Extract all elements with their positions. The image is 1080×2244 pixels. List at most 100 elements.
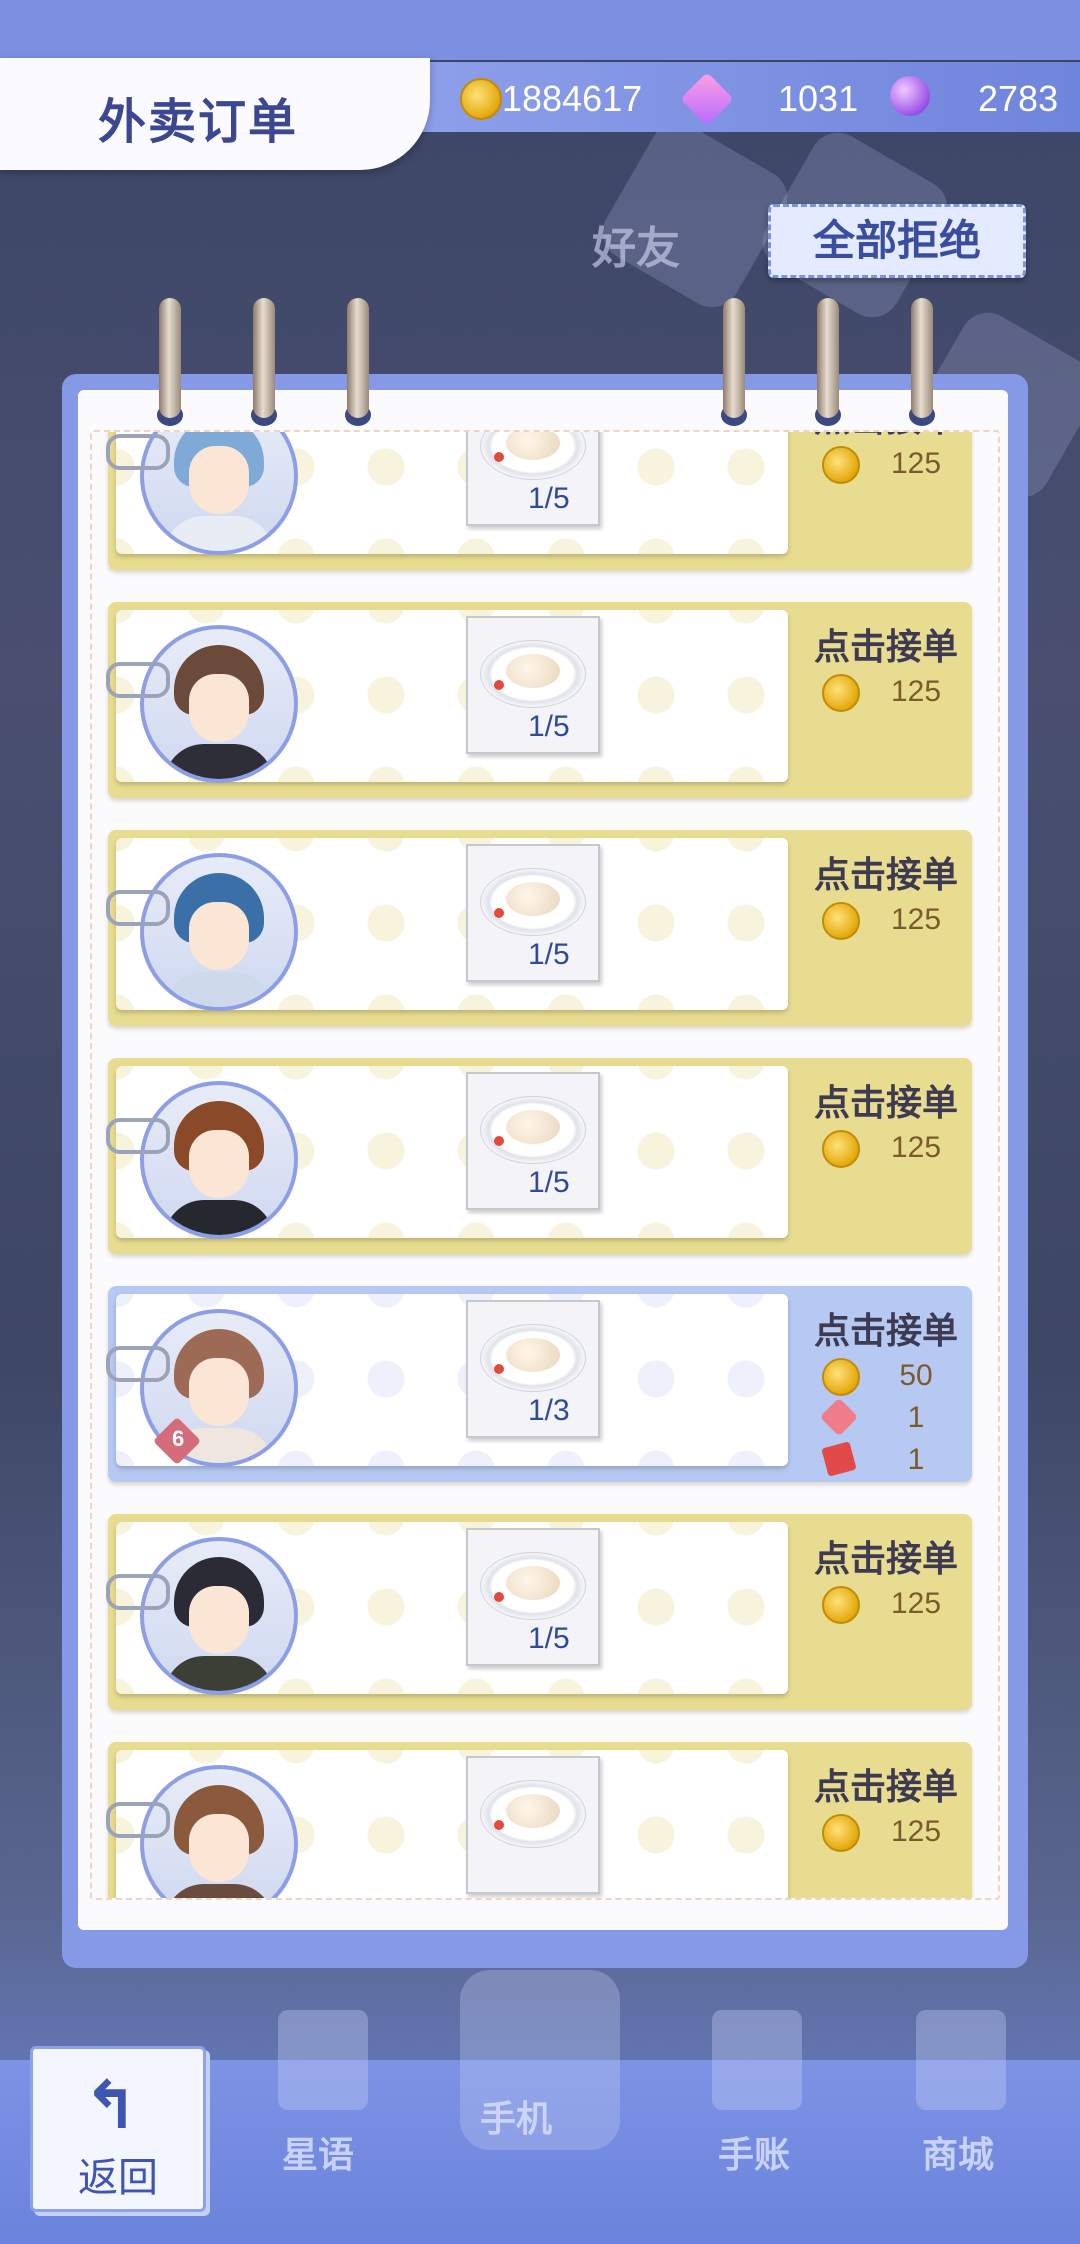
accept-order-button[interactable]: 点击接单	[806, 1758, 966, 1810]
order-item[interactable]: 1/5 点击接单 125	[106, 1514, 972, 1710]
accept-order-button[interactable]: 点击接单	[806, 432, 966, 442]
customer-avatar	[140, 1537, 298, 1695]
order-item[interactable]: 1/5 点击接单 125	[106, 432, 972, 570]
orb-icon	[890, 76, 930, 116]
back-button[interactable]: ↰ 返回	[30, 2046, 206, 2212]
gem-balance: 1031	[778, 78, 859, 119]
binder-ring	[911, 298, 933, 418]
paperclip-icon	[106, 1574, 170, 1610]
garnish-icon	[494, 452, 504, 462]
reward-item: 50	[822, 1356, 962, 1396]
accept-order-button[interactable]: 点击接单	[806, 1302, 966, 1354]
journal-icon[interactable]	[712, 2010, 802, 2110]
orb-balance: 2783	[978, 78, 1059, 119]
order-card: 1/5	[106, 1066, 788, 1239]
reward-item: 125	[822, 1584, 962, 1624]
accept-order-button[interactable]: 点击接单	[806, 1530, 966, 1582]
order-item[interactable]: 1/5 点击接单 125	[106, 830, 972, 1026]
binder-ring	[159, 298, 181, 418]
dish-progress: 1/5	[528, 938, 570, 971]
back-arrow-icon: ↰	[83, 2068, 139, 2142]
coin-icon	[460, 78, 502, 120]
reward-value: 125	[890, 447, 942, 480]
paperclip-icon	[106, 662, 170, 698]
order-card: 6 1/3	[106, 1294, 788, 1467]
reward-item: 125	[822, 1812, 962, 1852]
dish-card: 1/5	[466, 1528, 600, 1666]
heart-icon	[819, 1397, 859, 1437]
nav-shop[interactable]: 商城	[922, 2126, 994, 2178]
order-item[interactable]: 点击接单 125	[106, 1742, 972, 1898]
order-card: 1/5	[106, 838, 788, 1011]
reward-item: 125	[822, 900, 962, 940]
reward-item: 125	[822, 672, 962, 712]
coin-balance: 1884617	[502, 78, 643, 119]
binder-ring	[817, 298, 839, 418]
reward-value: 125	[890, 1815, 942, 1848]
dish-progress: 1/5	[528, 1622, 570, 1655]
reward-value: 1	[907, 1443, 925, 1476]
paperclip-icon	[106, 1118, 170, 1154]
dish-progress: 1/5	[528, 482, 570, 515]
dish-progress: 1/3	[528, 1394, 570, 1427]
ticket-icon	[821, 1441, 857, 1477]
reward-value: 125	[890, 1131, 942, 1164]
top-bar	[0, 0, 1080, 60]
dish-card: 1/5	[466, 432, 600, 526]
star-words-icon[interactable]	[278, 2010, 368, 2110]
reward-item: 1	[821, 1440, 962, 1480]
coin-icon	[822, 1130, 860, 1168]
order-card: 1/5	[106, 432, 788, 555]
coin-icon	[822, 1814, 860, 1852]
paperclip-icon	[106, 1346, 170, 1382]
accept-order-button[interactable]: 点击接单	[806, 846, 966, 898]
coin-icon	[822, 674, 860, 712]
dumpling-icon	[506, 654, 560, 688]
binder-ring	[347, 298, 369, 418]
garnish-icon	[494, 908, 504, 918]
reward-value: 125	[890, 903, 942, 936]
reward-value: 125	[890, 1587, 942, 1620]
nav-phone[interactable]: 手机	[480, 2090, 552, 2142]
reward-item: 1	[819, 1397, 962, 1438]
dish-card: 1/5	[466, 844, 600, 982]
dumpling-icon	[506, 1338, 560, 1372]
reward-value: 50	[899, 1359, 933, 1392]
dish-card: 1/3	[466, 1300, 600, 1438]
customer-avatar	[140, 1081, 298, 1239]
reward-item: 125	[822, 1128, 962, 1168]
nav-star-words[interactable]: 星语	[282, 2126, 354, 2178]
paperclip-icon	[106, 434, 170, 470]
coin-icon	[822, 1586, 860, 1624]
page-title: 外卖订单	[98, 96, 299, 149]
binder-ring	[253, 298, 275, 418]
affinity-level: 6	[172, 1426, 185, 1451]
dish-card	[466, 1756, 600, 1894]
reward-item: 125	[822, 444, 962, 484]
order-list-viewport[interactable]: 1/5 点击接单 125 1/5 点击接单 125 1/5 点击接单 125 1/5 点击接单 125…	[90, 430, 1000, 1900]
accept-order-button[interactable]: 点击接单	[806, 618, 966, 670]
garnish-icon	[494, 1820, 504, 1830]
reward-value: 125	[890, 675, 942, 708]
garnish-icon	[494, 1592, 504, 1602]
shop-icon[interactable]	[916, 2010, 1006, 2110]
garnish-icon	[494, 680, 504, 690]
nav-journal[interactable]: 手账	[718, 2126, 790, 2178]
reward-value: 1	[907, 1401, 925, 1434]
order-item[interactable]: 1/5 点击接单 125	[106, 602, 972, 798]
garnish-icon	[494, 1136, 504, 1146]
binder-ring	[723, 298, 745, 418]
dish-progress: 1/5	[528, 1166, 570, 1199]
reject-all-button[interactable]: 全部拒绝	[768, 204, 1026, 278]
coin-icon	[822, 1358, 860, 1396]
order-card: 1/5	[106, 610, 788, 783]
garnish-icon	[494, 1364, 504, 1374]
dumpling-icon	[506, 1566, 560, 1600]
accept-order-button[interactable]: 点击接单	[806, 1074, 966, 1126]
dish-card: 1/5	[466, 616, 600, 754]
paperclip-icon	[106, 1802, 170, 1838]
order-item[interactable]: 1/5 点击接单 125	[106, 1058, 972, 1254]
dumpling-icon	[506, 1110, 560, 1144]
bg-friend-text: 好友	[592, 224, 680, 273]
order-item[interactable]: 6 1/3 点击接单 50 1 1	[106, 1286, 972, 1482]
